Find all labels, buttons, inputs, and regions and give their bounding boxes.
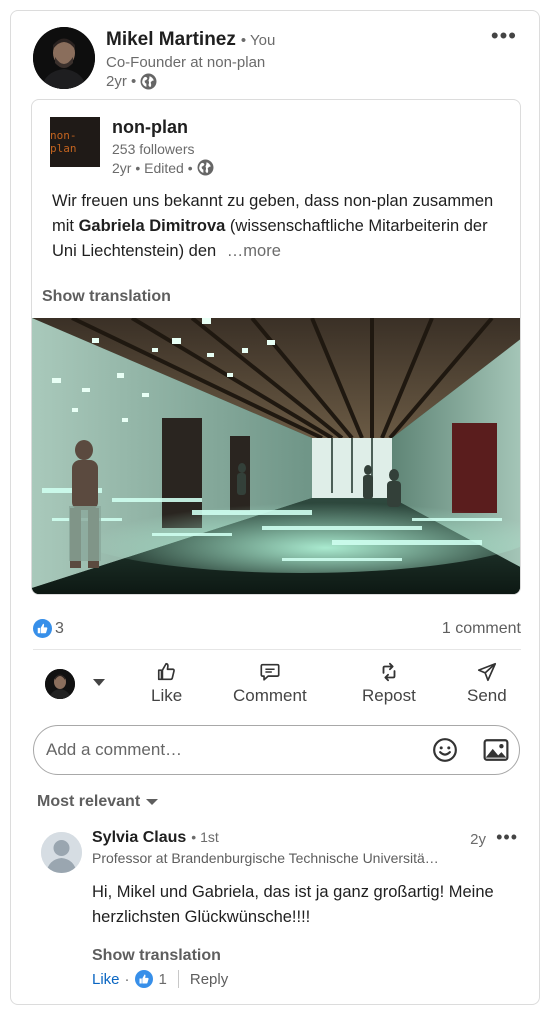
send-label: Send <box>467 686 507 705</box>
comment-show-translation-button[interactable]: Show translation <box>92 947 522 965</box>
comment-button[interactable]: Comment <box>233 661 307 706</box>
post-more-button[interactable]: ••• <box>491 25 517 47</box>
author-you-label: • You <box>240 32 276 49</box>
send-button[interactable]: Send <box>467 661 507 706</box>
sort-label: Most relevant <box>37 793 141 810</box>
shared-post[interactable]: non-plan non-plan 253 followers 2yr • Ed… <box>31 99 521 595</box>
like-reaction-icon[interactable] <box>134 970 153 988</box>
globe-icon <box>140 73 157 90</box>
post-text: Wir freuen uns bekannt zu geben, dass no… <box>52 192 494 260</box>
author-headline: Co-Founder at non-plan <box>106 54 266 71</box>
comment-actions: Like · 1 Reply <box>92 970 522 988</box>
comment-time: 2y <box>470 831 486 848</box>
comments-count[interactable]: 1 comment <box>442 620 521 638</box>
see-more-link[interactable]: …more <box>227 242 281 260</box>
sort-dropdown[interactable]: Most relevant <box>37 793 159 811</box>
globe-icon <box>197 159 214 176</box>
more-dots-icon: ••• <box>490 23 517 48</box>
chevron-down-icon[interactable] <box>93 679 105 686</box>
thumbs-up-icon <box>157 662 175 681</box>
separator-dot: · <box>124 970 130 988</box>
org-followers: 253 followers <box>112 141 195 157</box>
repost-label: Repost <box>362 686 416 705</box>
like-label: Like <box>151 686 183 705</box>
comment-input[interactable] <box>46 726 416 774</box>
post-card: Mikel Martinez • You Co-Founder at non-p… <box>10 10 540 1005</box>
comment-reaction-count[interactable]: 1 <box>159 971 167 988</box>
author-name[interactable]: Mikel Martinez <box>106 29 236 51</box>
show-translation-button[interactable]: Show translation <box>42 288 171 306</box>
like-reaction-icon[interactable] <box>33 619 52 638</box>
social-counts: 3 1 comment <box>33 619 521 639</box>
comment-like-button[interactable]: Like <box>92 971 120 988</box>
repost-button[interactable]: Repost <box>362 661 416 706</box>
actor-avatar[interactable] <box>45 669 75 699</box>
chevron-down-icon <box>146 799 159 805</box>
comment-text: Hi, Mikel und Gabriela, das ist ja ganz … <box>92 883 494 926</box>
org-meta: 2yr • Edited • <box>112 159 214 176</box>
connection-degree: • 1st <box>191 829 219 845</box>
divider <box>177 970 179 988</box>
post-author: Mikel Martinez • You Co-Founder at non-p… <box>33 27 275 90</box>
comment-more-button[interactable]: ••• <box>496 827 518 848</box>
divider <box>33 649 521 650</box>
commenter-avatar[interactable] <box>41 832 82 873</box>
comment-reply-button[interactable]: Reply <box>190 971 228 988</box>
comment-bubble-icon <box>260 663 280 681</box>
commenter-headline: Professor at Brandenburgische Technische… <box>92 850 439 866</box>
action-bar: Like Comment Repost Send <box>33 659 521 713</box>
send-icon <box>477 662 496 682</box>
repost-icon <box>382 662 396 682</box>
reactions-count[interactable]: 3 <box>55 620 64 638</box>
image-icon[interactable] <box>483 738 509 762</box>
comment-label: Comment <box>233 686 307 705</box>
shared-org: non-plan non-plan 253 followers 2yr • Ed… <box>50 117 214 176</box>
post-image[interactable] <box>32 316 520 594</box>
org-logo[interactable]: non-plan <box>50 117 100 167</box>
author-meta: 2yr • <box>106 73 275 90</box>
author-avatar[interactable] <box>33 27 95 89</box>
smiley-icon[interactable] <box>432 737 458 763</box>
org-name[interactable]: non-plan <box>112 117 214 138</box>
comment-box <box>33 725 520 775</box>
like-button[interactable]: Like <box>151 661 182 706</box>
mention-link[interactable]: Gabriela Dimitrova <box>79 217 226 235</box>
post-time: 2yr • <box>106 73 137 90</box>
more-dots-icon: ••• <box>496 827 518 847</box>
commenter-name[interactable]: Sylvia Claus <box>92 829 186 847</box>
